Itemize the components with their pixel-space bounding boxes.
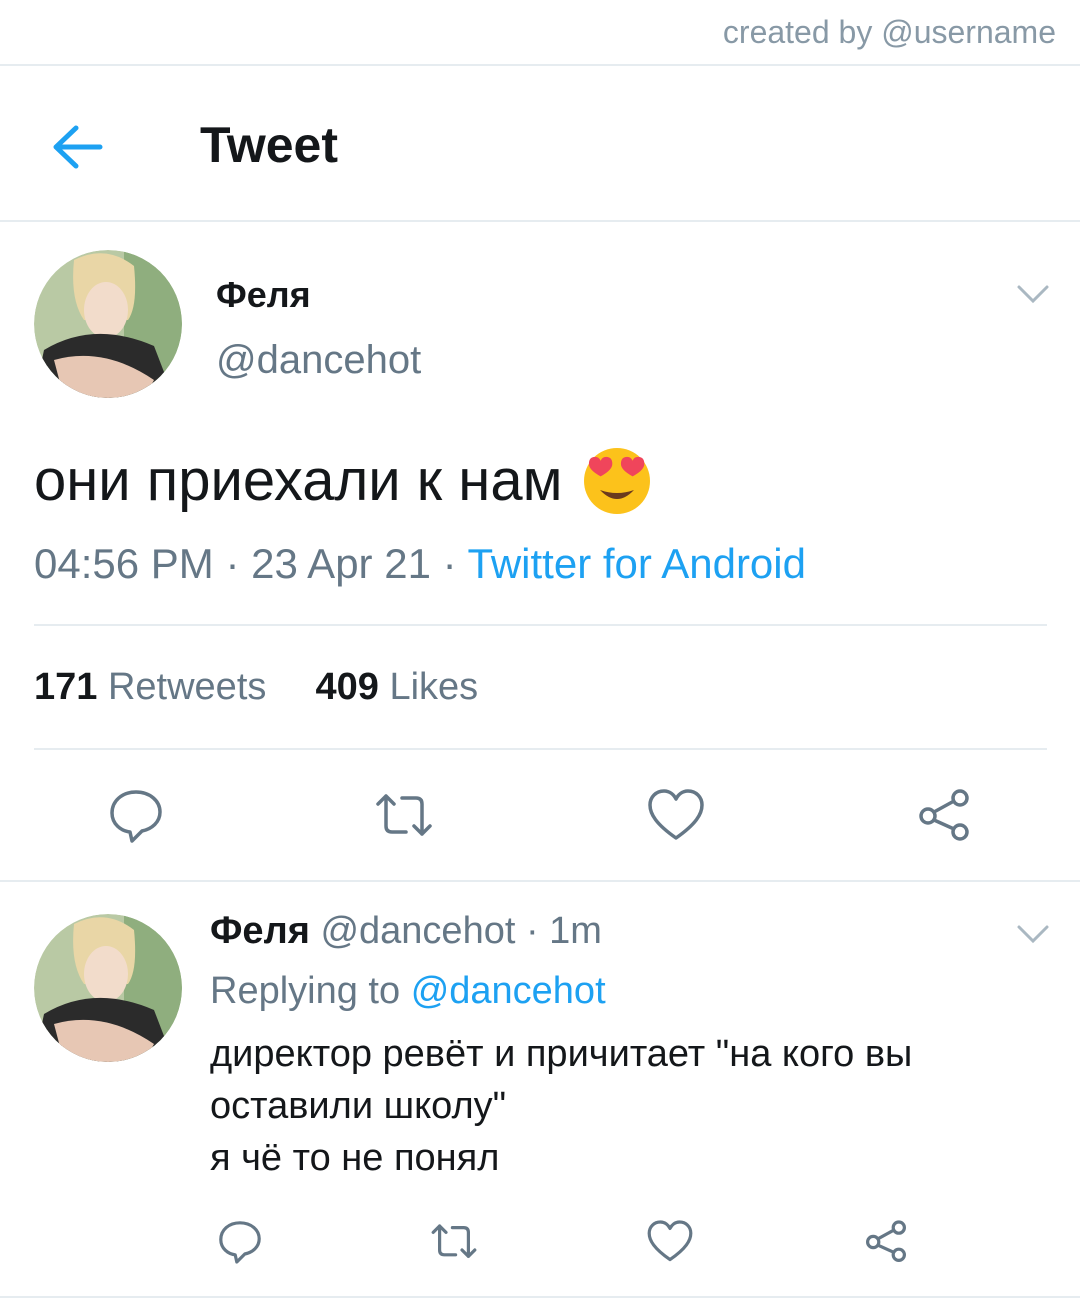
separator: · bbox=[515, 910, 550, 952]
separator: · bbox=[213, 540, 252, 587]
replying-prefix: Replying to bbox=[210, 970, 401, 1012]
divider bbox=[34, 624, 1047, 626]
avatar[interactable] bbox=[34, 250, 182, 398]
replying-to: Replying to @dancehot bbox=[210, 970, 606, 1013]
watermark: created by @username bbox=[722, 14, 1056, 50]
reply-text: директор ревёт и причитает "на кого вы о… bbox=[210, 1028, 1030, 1184]
retweets-stat[interactable]: 171 Retweets bbox=[34, 666, 266, 708]
reply-retweet-icon[interactable] bbox=[430, 1218, 478, 1266]
reply-avatar[interactable] bbox=[34, 914, 182, 1062]
reply-icon[interactable] bbox=[106, 786, 166, 846]
likes-label: Likes bbox=[389, 666, 479, 708]
reply-author-handle[interactable]: @dancehot bbox=[320, 910, 515, 952]
reply-share-icon[interactable] bbox=[862, 1218, 910, 1266]
like-heart-icon[interactable] bbox=[646, 786, 706, 846]
tweet-time: 04:56 PM bbox=[34, 540, 214, 587]
replying-to-link[interactable]: @dancehot bbox=[411, 970, 606, 1012]
separator: · bbox=[430, 540, 468, 587]
page-title: Tweet bbox=[200, 117, 338, 173]
author-handle[interactable]: @dancehot bbox=[216, 338, 421, 383]
likes-count: 409 bbox=[315, 666, 379, 708]
reply-time: 1m bbox=[549, 910, 602, 952]
divider bbox=[34, 748, 1047, 750]
reply-reply-icon[interactable] bbox=[216, 1218, 264, 1266]
tweet-text: они приехали к нам bbox=[34, 448, 563, 513]
retweet-icon[interactable] bbox=[374, 786, 434, 846]
back-arrow-icon[interactable] bbox=[52, 124, 104, 170]
tweet-date: 23 Apr 21 bbox=[251, 540, 431, 587]
heart-eyes-emoji-icon bbox=[584, 448, 651, 514]
reply-header: Феля @dancehot · 1m bbox=[210, 910, 602, 953]
reply-chevron-down-icon[interactable] bbox=[1016, 922, 1050, 946]
share-icon[interactable] bbox=[914, 786, 974, 846]
tweet-text-row: они приехали к нам bbox=[34, 446, 652, 516]
tweet-stats: 171 Retweets 409 Likes bbox=[34, 666, 478, 709]
reply-like-heart-icon[interactable] bbox=[646, 1218, 694, 1266]
reply-text-line: я чё то не понял bbox=[210, 1137, 500, 1179]
chevron-down-icon[interactable] bbox=[1016, 282, 1050, 306]
retweets-label: Retweets bbox=[107, 666, 267, 708]
divider bbox=[0, 1296, 1080, 1298]
likes-stat[interactable]: 409 Likes bbox=[316, 666, 479, 708]
divider bbox=[0, 880, 1080, 882]
retweets-count: 171 bbox=[34, 666, 98, 708]
reply-author-name[interactable]: Феля bbox=[210, 910, 310, 952]
reply-text-line: директор ревёт и причитает "на кого вы bbox=[210, 1033, 913, 1075]
header-divider bbox=[0, 220, 1080, 222]
divider bbox=[0, 64, 1080, 66]
tweet-source-link[interactable]: Twitter for Android bbox=[468, 540, 806, 587]
tweet-meta: 04:56 PM · 23 Apr 21 · Twitter for Andro… bbox=[34, 540, 806, 588]
author-name[interactable]: Феля bbox=[216, 274, 311, 316]
reply-text-line: оставили школу" bbox=[210, 1085, 507, 1127]
